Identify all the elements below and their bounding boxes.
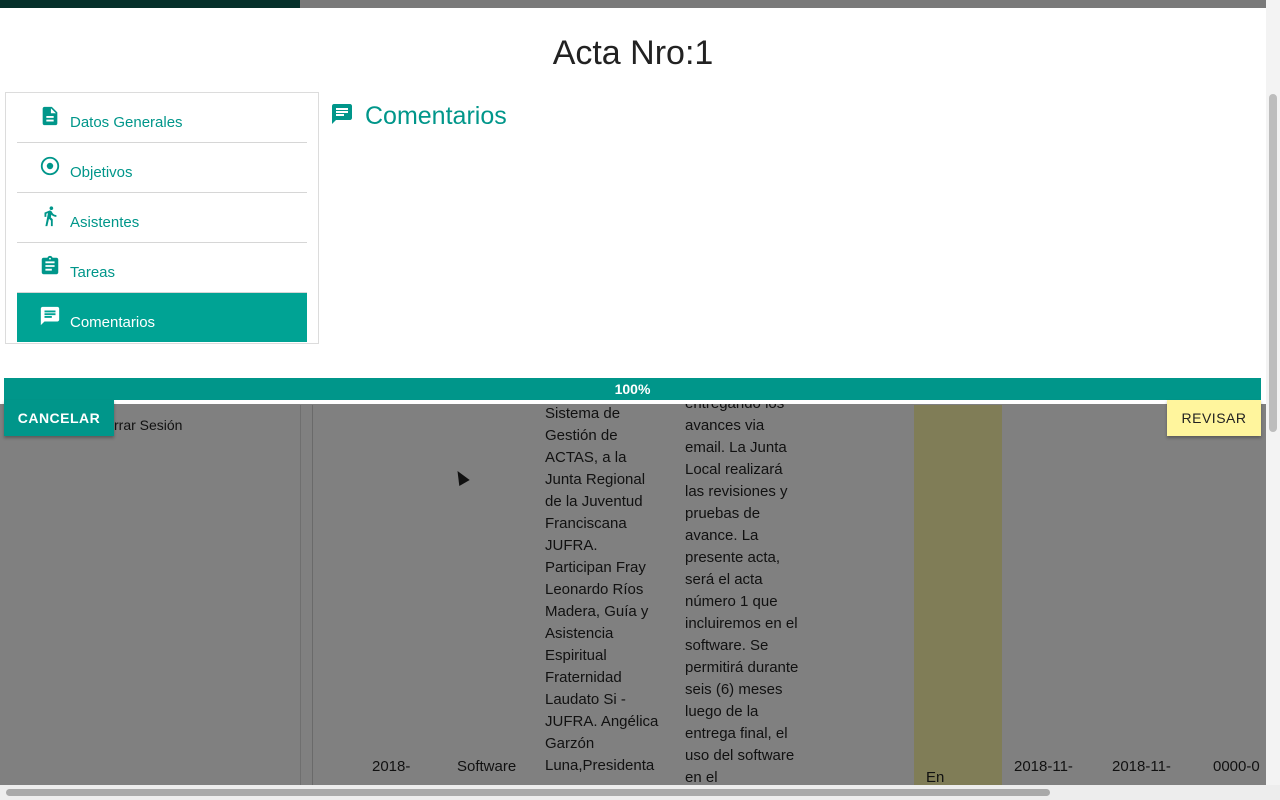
comment-icon [332, 104, 352, 124]
acta-modal: Acta Nro:1 Datos Generales Objetivos Asi… [0, 8, 1266, 404]
table-cell-date: 2018- [372, 758, 411, 775]
walk-icon [44, 206, 57, 227]
logout-link[interactable]: rrar Sesión [114, 417, 182, 433]
table-divider [312, 405, 313, 785]
clipboard-icon [41, 255, 59, 275]
table-cell-date3: 2018-11- [1112, 758, 1171, 775]
progress-bar: 100% [4, 378, 1261, 400]
nav-item-objetivos[interactable]: Objetivos [17, 143, 307, 193]
mouse-cursor [452, 467, 470, 487]
background-topbar [0, 0, 1280, 8]
nav-label: Tareas [70, 264, 116, 281]
cancel-button[interactable]: CANCELAR [4, 400, 114, 436]
table-cell-description: Sistema de Gestión de ACTAS, a la Junta … [545, 405, 659, 774]
nav-label: Comentarios [70, 314, 156, 331]
target-icon [40, 156, 60, 176]
table-cell-date4: 0000-0 [1213, 758, 1260, 775]
nav-label: Datos Generales [70, 114, 183, 131]
progress-label: 100% [614, 381, 651, 397]
modal-title: Acta Nro:1 [552, 34, 714, 72]
review-button[interactable]: REVISAR [1167, 400, 1261, 436]
table-cell-date2: 2018-11- [1014, 758, 1073, 775]
background-sidebar [0, 405, 301, 785]
nav-item-datos-generales[interactable]: Datos Generales [17, 93, 307, 143]
nav-label: Objetivos [70, 164, 133, 181]
nav-item-tareas[interactable]: Tareas [17, 243, 307, 293]
document-icon [42, 106, 58, 126]
nav-item-comentarios[interactable]: Comentarios [17, 293, 307, 342]
status-cell-bg [914, 405, 1002, 785]
table-cell-title: Software [457, 758, 517, 775]
comment-icon [40, 306, 60, 326]
vertical-scrollbar[interactable] [1266, 0, 1280, 785]
nav-item-asistentes[interactable]: Asistentes [17, 193, 307, 243]
panel-title: Comentarios [365, 102, 507, 130]
section-nav: Datos Generales Objetivos Asistentes Tar… [5, 92, 319, 344]
table-cell-notes: entregando los avances via email. La Jun… [685, 395, 799, 785]
nav-label: Asistentes [70, 214, 140, 231]
horizontal-scrollbar[interactable] [0, 785, 1280, 800]
